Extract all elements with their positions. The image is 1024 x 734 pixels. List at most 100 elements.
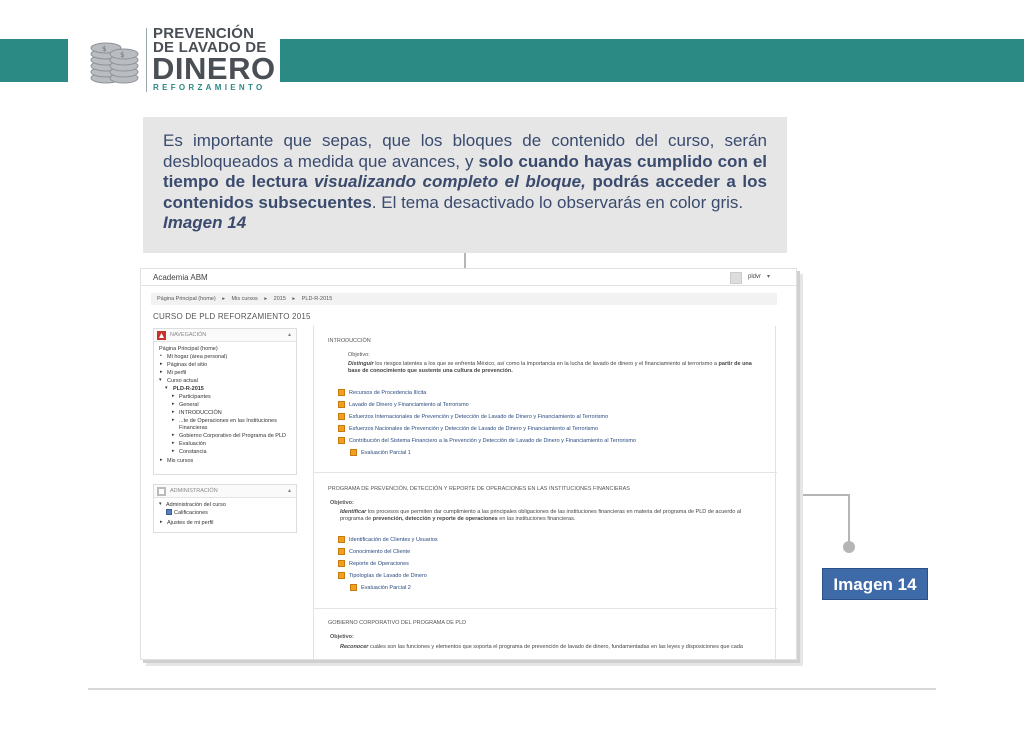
nav-item-certificate[interactable]: Constancia (179, 449, 207, 455)
caret-right-icon[interactable]: ▸ (172, 393, 175, 399)
caret-down-icon[interactable]: ▾ (159, 501, 162, 507)
nav-item-course[interactable]: PLD-R-2015 (173, 386, 204, 392)
nav-item-general[interactable]: General (179, 402, 199, 408)
activity-link[interactable]: Tipologías de Lavado de Dinero (349, 573, 427, 579)
admin-item-profile-settings[interactable]: Ajustes de mi perfil (167, 520, 213, 526)
nav-item-current-course[interactable]: Curso actual (167, 378, 198, 384)
objective-keyword: Reconocer (340, 644, 369, 650)
page-title: CURSO DE PLD REFORZAMIENTO 2015 (153, 312, 311, 321)
nav-item-home[interactable]: Página Principal (home) (159, 346, 218, 352)
breadcrumb: Página Principal (home) ▸ Mis cursos ▸ 2… (151, 293, 777, 305)
objective-body: los riesgos latentes a los que se enfren… (373, 361, 719, 367)
chevron-down-icon[interactable]: ▾ (767, 273, 770, 280)
caret-right-icon[interactable]: ▸ (172, 448, 175, 454)
activity-icon (338, 536, 345, 543)
caret-right-icon[interactable]: ▸ (172, 440, 175, 446)
objective-keyword: Identificar (340, 509, 367, 515)
caret-right-icon[interactable]: ▸ (172, 432, 175, 438)
caret-right-icon[interactable]: ▸ (160, 519, 163, 525)
nav-item-participants[interactable]: Participantes (179, 394, 211, 400)
objective-label: Objetivo: (330, 634, 354, 640)
nav-item-profile[interactable]: Mi perfil (167, 370, 186, 376)
collapse-icon[interactable]: ▴ (288, 487, 291, 494)
bottom-rule (88, 688, 936, 690)
caret-right-icon[interactable]: ▸ (160, 457, 163, 463)
activity-link[interactable]: Conocimiento del Cliente (349, 549, 410, 555)
caret-down-icon[interactable]: ▾ (165, 385, 168, 391)
navigation-block-title: NAVEGACIÓN (170, 332, 207, 338)
section-title: INTRODUCCIÓN (328, 338, 371, 344)
logo-divider (146, 28, 147, 92)
quiz-icon (350, 584, 357, 591)
caret-right-icon[interactable]: ▸ (160, 361, 163, 367)
nav-item-dashboard[interactable]: Mi hogar (área personal) (167, 354, 227, 360)
breadcrumb-year[interactable]: 2015 (274, 296, 286, 302)
quiz-icon (350, 449, 357, 456)
activity-icon (338, 389, 345, 396)
activity-icon (338, 413, 345, 420)
breadcrumb-separator: ▸ (222, 296, 225, 302)
quiz-link[interactable]: Evaluación Parcial 1 (361, 450, 411, 456)
caret-right-icon[interactable]: ▸ (172, 409, 175, 415)
activity-icon (338, 425, 345, 432)
activity-link[interactable]: Lavado de Dinero y Financiamiento al Ter… (349, 402, 469, 408)
header-bar-right (280, 39, 1024, 82)
navigation-block: NAVEGACIÓN ▴ Página Principal (home) • M… (153, 328, 297, 475)
activity-link[interactable]: Recursos de Procedencia Ilícita (349, 390, 426, 396)
activity-icon (338, 437, 345, 444)
image-label: Imagen 14 (822, 568, 928, 600)
avatar[interactable] (730, 272, 742, 284)
admin-item-grades[interactable]: Calificaciones (174, 510, 208, 516)
breadcrumb-home[interactable]: Página Principal (home) (157, 296, 216, 302)
connector-horizontal (793, 494, 850, 496)
objective-text: Reconocer cuáles son las funciones y ele… (340, 644, 770, 651)
quiz-link[interactable]: Evaluación Parcial 2 (361, 585, 411, 591)
nav-item-my-courses[interactable]: Mis cursos (167, 458, 193, 464)
breadcrumb-course[interactable]: PLD-R-2015 (302, 296, 333, 302)
objective-body-end: en las instituciones financieras. (497, 516, 576, 522)
nav-item-evaluation[interactable]: Evaluación (179, 441, 206, 447)
breadcrumb-separator: ▸ (264, 296, 268, 302)
connector-dot (843, 541, 855, 553)
user-name[interactable]: pldvr (748, 274, 761, 280)
collapse-icon[interactable]: ▴ (288, 331, 291, 338)
activity-icon (338, 572, 345, 579)
activity-icon (338, 548, 345, 555)
logo: $ $ PREVENCIÓN DE LAVADO DE DINERO REFOR… (84, 24, 280, 94)
svg-text:$: $ (102, 45, 106, 53)
course-content: INTRODUCCIÓN Objetivo: Distinguir los ri… (313, 326, 777, 659)
objective-text: Distinguir los riesgos latentes a los qu… (348, 361, 758, 375)
breadcrumb-my-courses[interactable]: Mis cursos (232, 296, 258, 302)
info-text: Es importante que sepas, que los bloques… (163, 131, 767, 213)
nav-item-governance[interactable]: Gobierno Corporativo del Programa de PLD (179, 433, 286, 439)
navigation-block-header[interactable]: NAVEGACIÓN ▴ (154, 329, 296, 342)
breadcrumb-separator: ▸ (292, 296, 296, 302)
nav-item-operations[interactable]: ...te de Operaciones en las Institucione… (179, 418, 277, 424)
admin-item-course-admin[interactable]: Administración del curso (166, 502, 226, 508)
logo-line-3: DINERO (152, 51, 276, 86)
section-title: GOBIERNO CORPORATIVO DEL PROGRAMA DE PLD (328, 620, 467, 626)
objective-label: Objetivo: (330, 500, 354, 506)
site-name[interactable]: Academia ABM (153, 273, 208, 282)
objective-text: Identificar los procesos que permiten da… (340, 509, 760, 523)
nav-item-intro[interactable]: INTRODUCCIÓN (179, 410, 222, 416)
nav-item-site-pages[interactable]: Páginas del sitio (167, 362, 207, 368)
activity-link[interactable]: Esfuerzos Nacionales de Prevención y Det… (349, 426, 598, 432)
connector-vertical (848, 494, 850, 546)
info-text-part-3: visualizando completo el bloque, (313, 172, 586, 191)
connector-top (464, 253, 466, 269)
activity-link[interactable]: Identificación de Clientes y Usuarios (349, 537, 438, 543)
caret-right-icon[interactable]: ▸ (172, 401, 175, 407)
activity-icon (338, 401, 345, 408)
administration-block-header[interactable]: ADMINISTRACIÓN ▴ (154, 485, 296, 498)
administration-block: ADMINISTRACIÓN ▴ ▾ Administración del cu… (153, 484, 297, 533)
activity-link[interactable]: Contribución del Sistema Financiero a la… (349, 438, 636, 444)
caret-down-icon[interactable]: ▾ (159, 377, 162, 383)
lms-topbar: Academia ABM pldvr ▾ (141, 269, 796, 286)
activity-link[interactable]: Reporte de Operaciones (349, 561, 409, 567)
caret-right-icon[interactable]: ▸ (160, 369, 163, 375)
nav-item-operations-cont[interactable]: Financieras (179, 425, 207, 431)
caret-right-icon[interactable]: ▸ (172, 417, 175, 423)
activity-icon (338, 560, 345, 567)
activity-link[interactable]: Esfuerzos Internacionales de Prevención … (349, 414, 608, 420)
